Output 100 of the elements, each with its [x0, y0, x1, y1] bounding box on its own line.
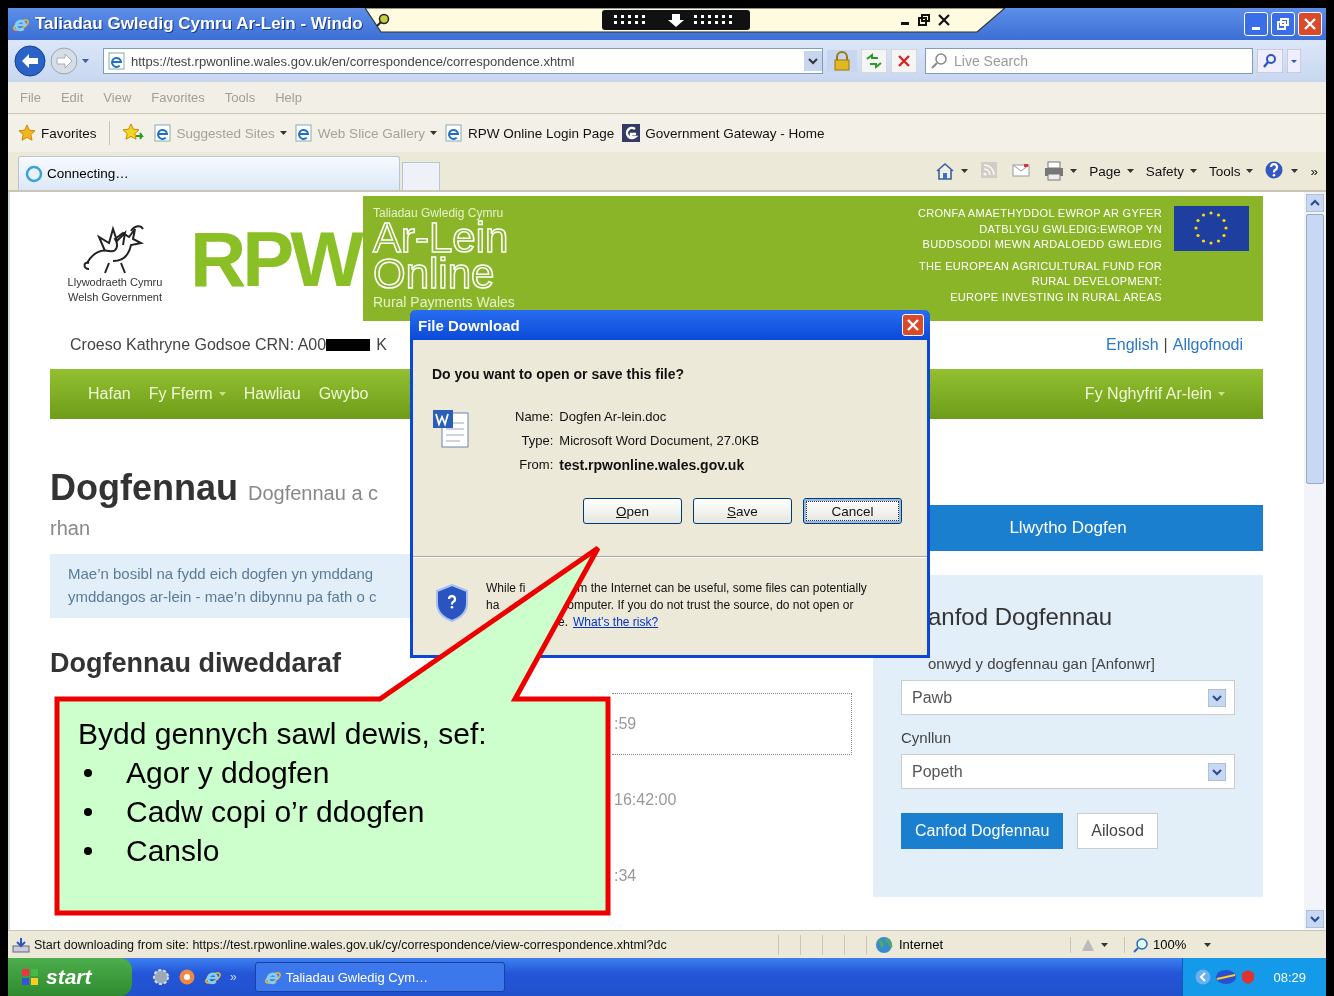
scroll-up-button[interactable]	[1306, 194, 1324, 212]
start-button[interactable]: start	[8, 958, 132, 996]
toolbar-menu[interactable]: Safety	[1145, 163, 1197, 179]
printer-button[interactable]	[1044, 161, 1078, 181]
welcome-text: K	[376, 336, 387, 354]
document-icon	[432, 409, 472, 451]
back-button[interactable]	[14, 45, 46, 77]
web-page-icon	[444, 124, 463, 142]
welcome-text: Croeso Kathryne Godsoe CRN: A00	[70, 336, 327, 354]
nav-link[interactable]: Hafan	[88, 385, 131, 403]
info-text: Mae’n bosibl na fydd eich dogfen yn ymddang	[68, 564, 374, 584]
search-icon	[930, 52, 948, 70]
padlock-icon[interactable]	[827, 50, 857, 72]
clock-text: 08:29	[1273, 969, 1306, 985]
language-link[interactable]: Allgofnodi	[1172, 336, 1243, 354]
dropdown-field[interactable]: Popeth	[901, 754, 1235, 789]
callout-item: Cadw copi o’r ddogfen	[126, 794, 425, 830]
toolbar-menu[interactable]: Tools	[1208, 163, 1254, 179]
nav-link[interactable]: Fy Nghyfrif Ar-lein	[1084, 385, 1225, 403]
favorites-button[interactable]: Favorites	[18, 124, 97, 142]
detail-value: Dogfen Ar-lein.doc	[559, 409, 668, 424]
eu-text: CRONFA AMAETHYDDOL EWROP AR GYFER DATBLYGU GWLEDIG:EWROP YN BUDDSODDI MEWN ARDALOEDD GWLEDIG	[918, 206, 1162, 252]
home-button[interactable]	[935, 161, 969, 181]
close-icon[interactable]	[938, 14, 950, 26]
close-button[interactable]	[1298, 12, 1322, 36]
download-icon	[12, 936, 30, 953]
callout-item: Canslo	[126, 833, 220, 869]
reset-button[interactable]: Ailosod	[1077, 813, 1158, 849]
taskbar-button[interactable]: Taliadau Gwledig Cym…	[254, 962, 505, 992]
add-favorite-icon[interactable]	[121, 123, 146, 143]
separator-text: |	[1163, 336, 1168, 354]
nav-link[interactable]: Fy Fferm	[148, 385, 226, 403]
caret-icon	[1070, 169, 1078, 173]
connection-handle-icon[interactable]	[602, 10, 750, 30]
search-button[interactable]: Canfod Dogfennau	[901, 813, 1064, 849]
bullet-icon	[84, 807, 92, 816]
banner-title: Ar-Lein	[373, 220, 510, 256]
gear-icon[interactable]	[152, 968, 170, 986]
bullet-icon	[84, 846, 92, 855]
scroll-down-button[interactable]	[1306, 910, 1324, 928]
chevron-left-icon[interactable]	[1195, 969, 1212, 985]
loading-icon	[25, 164, 43, 183]
caret-icon	[279, 131, 287, 135]
restore-button[interactable]	[1271, 12, 1295, 36]
detail-label: Type:	[520, 433, 554, 448]
help-button[interactable]	[1265, 161, 1299, 181]
favorite-link[interactable]: Government Gateway - Home	[622, 124, 825, 142]
toolbar-menu[interactable]: »	[1310, 163, 1318, 179]
address-field[interactable]: https://test.rpwonline.wales.gov.uk/en/correspondence/correspondence.xhtml	[103, 48, 823, 74]
detail-label: From:	[518, 457, 554, 473]
risk-link[interactable]: What’s the risk?	[573, 614, 659, 631]
panel-heading: anfod Dogfennau	[927, 603, 1114, 631]
web-page-icon	[153, 124, 172, 142]
warning-text: ha	[486, 597, 500, 614]
redaction-bar	[326, 339, 371, 351]
search-button[interactable]	[1257, 49, 1283, 73]
minimize-button[interactable]	[1244, 12, 1268, 36]
page-subheading: Dogfennau a c	[248, 482, 379, 505]
browser-logo-icon[interactable]	[178, 968, 196, 986]
banner-subtitle: Rural Payments Wales	[373, 294, 515, 310]
eu-text: THE EUROPEAN AGRICULTURAL FUND FOR RURAL DEVELOPMENT: EUROPE INVESTING IN RURAL AREAS	[918, 258, 1162, 305]
language-link[interactable]: English	[1106, 336, 1159, 354]
dialog-button[interactable]: Cancel	[803, 498, 902, 524]
web-page-icon	[108, 52, 125, 70]
close-icon	[907, 319, 919, 331]
caret-icon	[1189, 169, 1197, 173]
status-text: Start downloading from site: https://test.rpwonline.wales.gov.uk/cy/correspondence/view-correspondence.xhtml?dc	[34, 937, 668, 952]
scrollbar[interactable]	[1304, 192, 1326, 930]
date-time-text: :59	[614, 715, 637, 733]
dropdown-field[interactable]: Pawb	[901, 680, 1235, 715]
refresh-icon[interactable]	[861, 49, 887, 73]
page-heading: Dogfennau	[50, 467, 238, 509]
scroll-thumb[interactable]	[1306, 214, 1324, 484]
callout-item: Agor y ddogfen	[126, 755, 330, 791]
banner-title: Online	[373, 256, 495, 292]
network-icon[interactable]	[1215, 969, 1238, 985]
favorite-link[interactable]: RPW Online Login Page	[444, 124, 615, 142]
dialog-button[interactable]: Save	[693, 498, 792, 524]
date-time-text: :34	[614, 867, 637, 885]
search-field[interactable]: Live Search	[925, 48, 1253, 74]
minimize-icon	[1252, 26, 1260, 30]
printer-icon	[1044, 161, 1065, 181]
caret-icon	[1291, 169, 1299, 173]
stop-icon[interactable]	[891, 49, 917, 73]
toolbar-menu[interactable]: Page	[1089, 163, 1134, 179]
caret-icon	[82, 59, 89, 63]
logo-caption: Llywodraeth Cymru Welsh Government	[67, 275, 163, 304]
more-button[interactable]: »	[230, 970, 237, 984]
browser-tab[interactable]: Connecting…	[18, 156, 400, 190]
pin-icon[interactable]	[376, 13, 390, 27]
restore-icon[interactable]	[918, 14, 930, 26]
zoom-button[interactable]: 100%	[1124, 936, 1212, 953]
close-button[interactable]	[902, 314, 924, 336]
nav-link[interactable]: Gwybo	[318, 385, 369, 403]
nav-link[interactable]: Hawliau	[243, 385, 301, 403]
document-row[interactable]: :59	[612, 693, 852, 755]
dialog-button[interactable]: Open	[583, 498, 682, 524]
restore-icon	[1277, 18, 1289, 30]
close-icon	[1304, 18, 1316, 30]
home-icon	[935, 161, 956, 181]
